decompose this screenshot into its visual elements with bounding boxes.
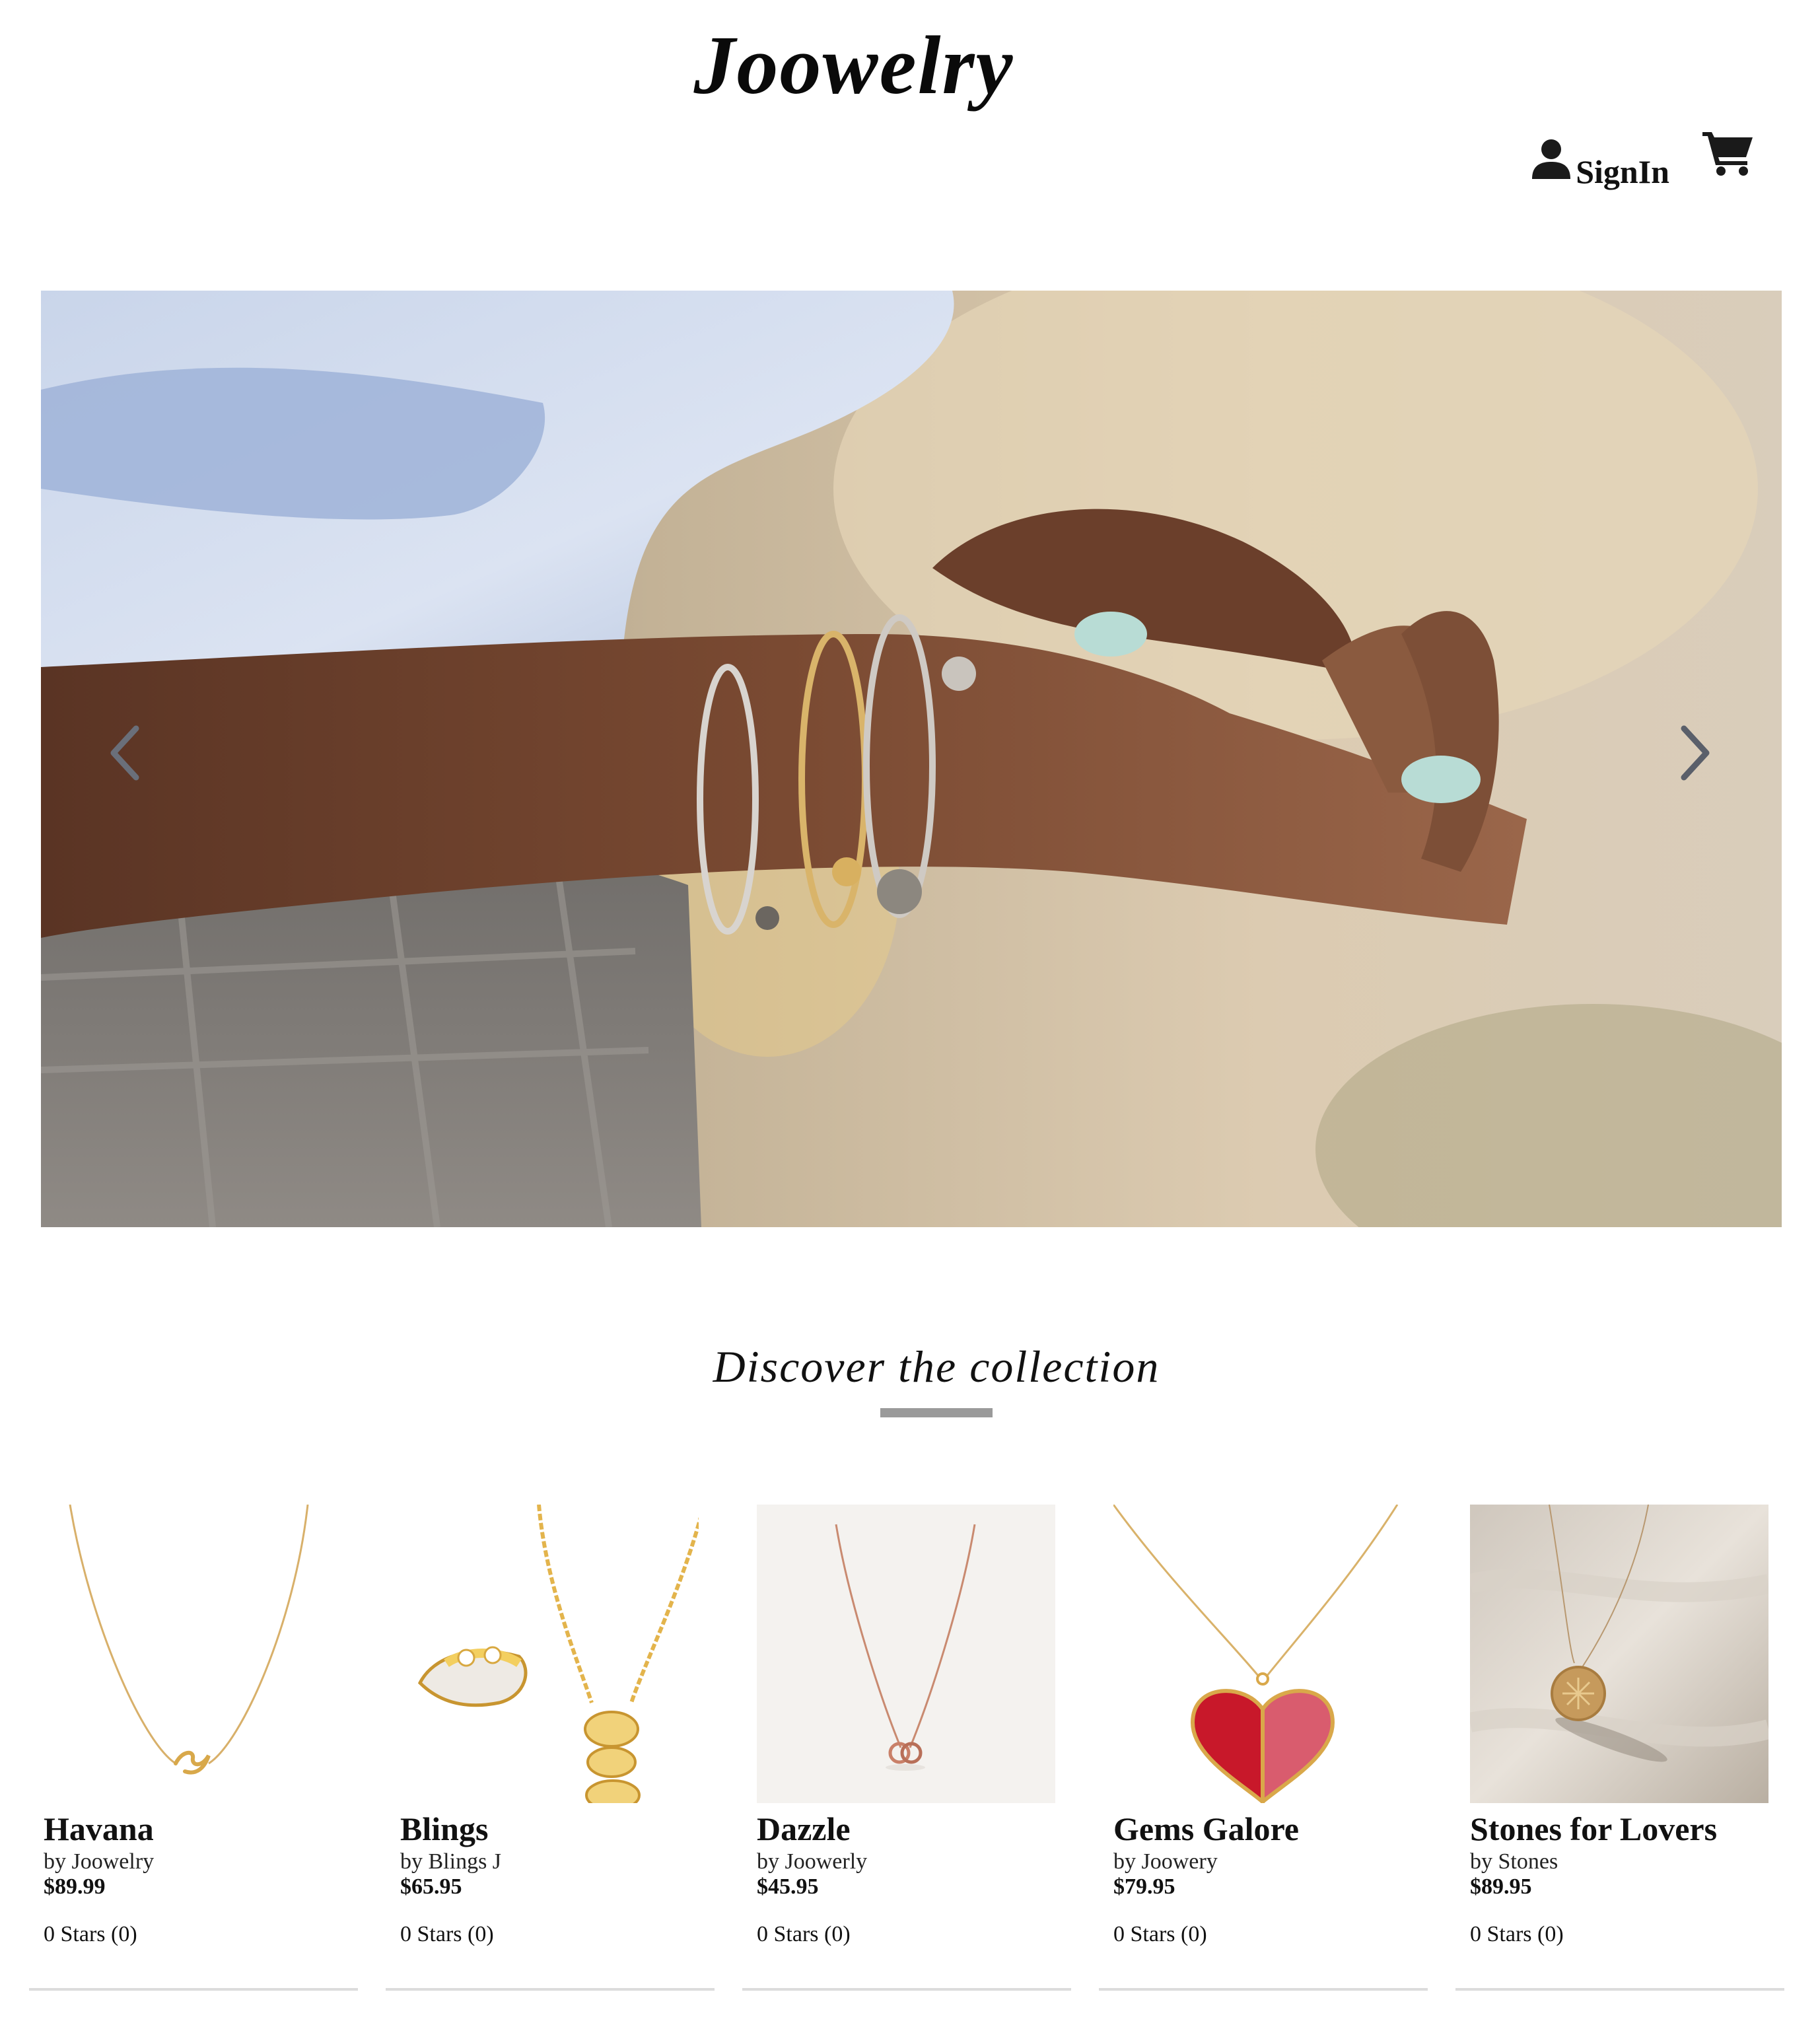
product-name[interactable]: Blings	[400, 1810, 488, 1848]
locket-image	[1470, 1505, 1768, 1803]
product-maker: by Joowery	[1113, 1849, 1218, 1874]
product-maker: by Joowerly	[757, 1849, 868, 1874]
product-image[interactable]	[757, 1505, 1055, 1803]
cart-button[interactable]	[1702, 129, 1754, 180]
signin-link[interactable]: SignIn	[1531, 138, 1669, 188]
user-icon	[1532, 139, 1571, 179]
product-rating: 0 Stars (0)	[44, 1922, 137, 1946]
brand-name[interactable]: Joowelry	[694, 20, 1014, 112]
hero-carousel[interactable]	[41, 291, 1782, 1227]
header-actions: SignIn	[1531, 129, 1754, 188]
product-rating: 0 Stars (0)	[1470, 1922, 1564, 1946]
product-maker: by Blings J	[400, 1849, 502, 1874]
product-price: $79.95	[1113, 1874, 1175, 1899]
hero-image	[41, 291, 1782, 1227]
carousel-next-button[interactable]	[1675, 723, 1714, 783]
product-name[interactable]: Dazzle	[757, 1810, 851, 1848]
product-image[interactable]	[1470, 1505, 1768, 1803]
pendant-image	[757, 1505, 1055, 1803]
brand-logo[interactable]: Joowelry	[0, 18, 1820, 114]
collection-title-underline	[880, 1408, 993, 1417]
product-image[interactable]	[44, 1505, 342, 1803]
product-card-blings[interactable]: Blings by Blings J $65.95 0 Stars (0)	[386, 1505, 715, 1993]
chevron-right-icon	[1681, 725, 1710, 781]
product-name[interactable]: Gems Galore	[1113, 1810, 1299, 1848]
product-price: $65.95	[400, 1874, 462, 1899]
carousel-prev-button[interactable]	[106, 723, 145, 783]
product-price: $89.95	[1470, 1874, 1532, 1899]
card-divider	[742, 1988, 1071, 1991]
collection-title: Discover the collection	[0, 1341, 1820, 1393]
product-rating: 0 Stars (0)	[1113, 1922, 1207, 1946]
product-maker: by Joowelry	[44, 1849, 155, 1874]
product-image[interactable]	[1113, 1505, 1412, 1803]
product-card-stones-for-lovers[interactable]: Stones for Lovers by Stones $89.95 0 Sta…	[1455, 1505, 1784, 1993]
chevron-left-icon	[110, 725, 139, 781]
card-divider	[1455, 1988, 1784, 1991]
product-name[interactable]: Havana	[44, 1810, 154, 1848]
product-card-dazzle[interactable]: Dazzle by Joowerly $45.95 0 Stars (0)	[742, 1505, 1071, 1993]
product-price: $45.95	[757, 1874, 819, 1899]
signin-label[interactable]: SignIn	[1576, 155, 1669, 188]
card-divider	[1099, 1988, 1428, 1991]
ring-necklace-image	[400, 1505, 699, 1803]
card-divider	[386, 1988, 715, 1991]
product-image[interactable]	[400, 1505, 699, 1803]
product-rating: 0 Stars (0)	[400, 1922, 494, 1946]
product-price: $89.99	[44, 1874, 106, 1899]
product-maker: by Stones	[1470, 1849, 1558, 1874]
heart-pendant-image	[1113, 1505, 1412, 1803]
product-card-gems-galore[interactable]: Gems Galore by Joowery $79.95 0 Stars (0…	[1099, 1505, 1428, 1993]
product-rating: 0 Stars (0)	[757, 1922, 851, 1946]
product-name[interactable]: Stones for Lovers	[1470, 1810, 1717, 1848]
card-divider	[29, 1988, 358, 1991]
cart-icon	[1702, 132, 1753, 176]
product-grid: Havana by Joowelry $89.99 0 Stars (0) Bl…	[29, 1505, 1792, 1993]
product-card-havana[interactable]: Havana by Joowelry $89.99 0 Stars (0)	[29, 1505, 358, 1993]
collection-title-text: Discover the collection	[713, 1341, 1160, 1392]
necklace-image	[44, 1505, 342, 1803]
